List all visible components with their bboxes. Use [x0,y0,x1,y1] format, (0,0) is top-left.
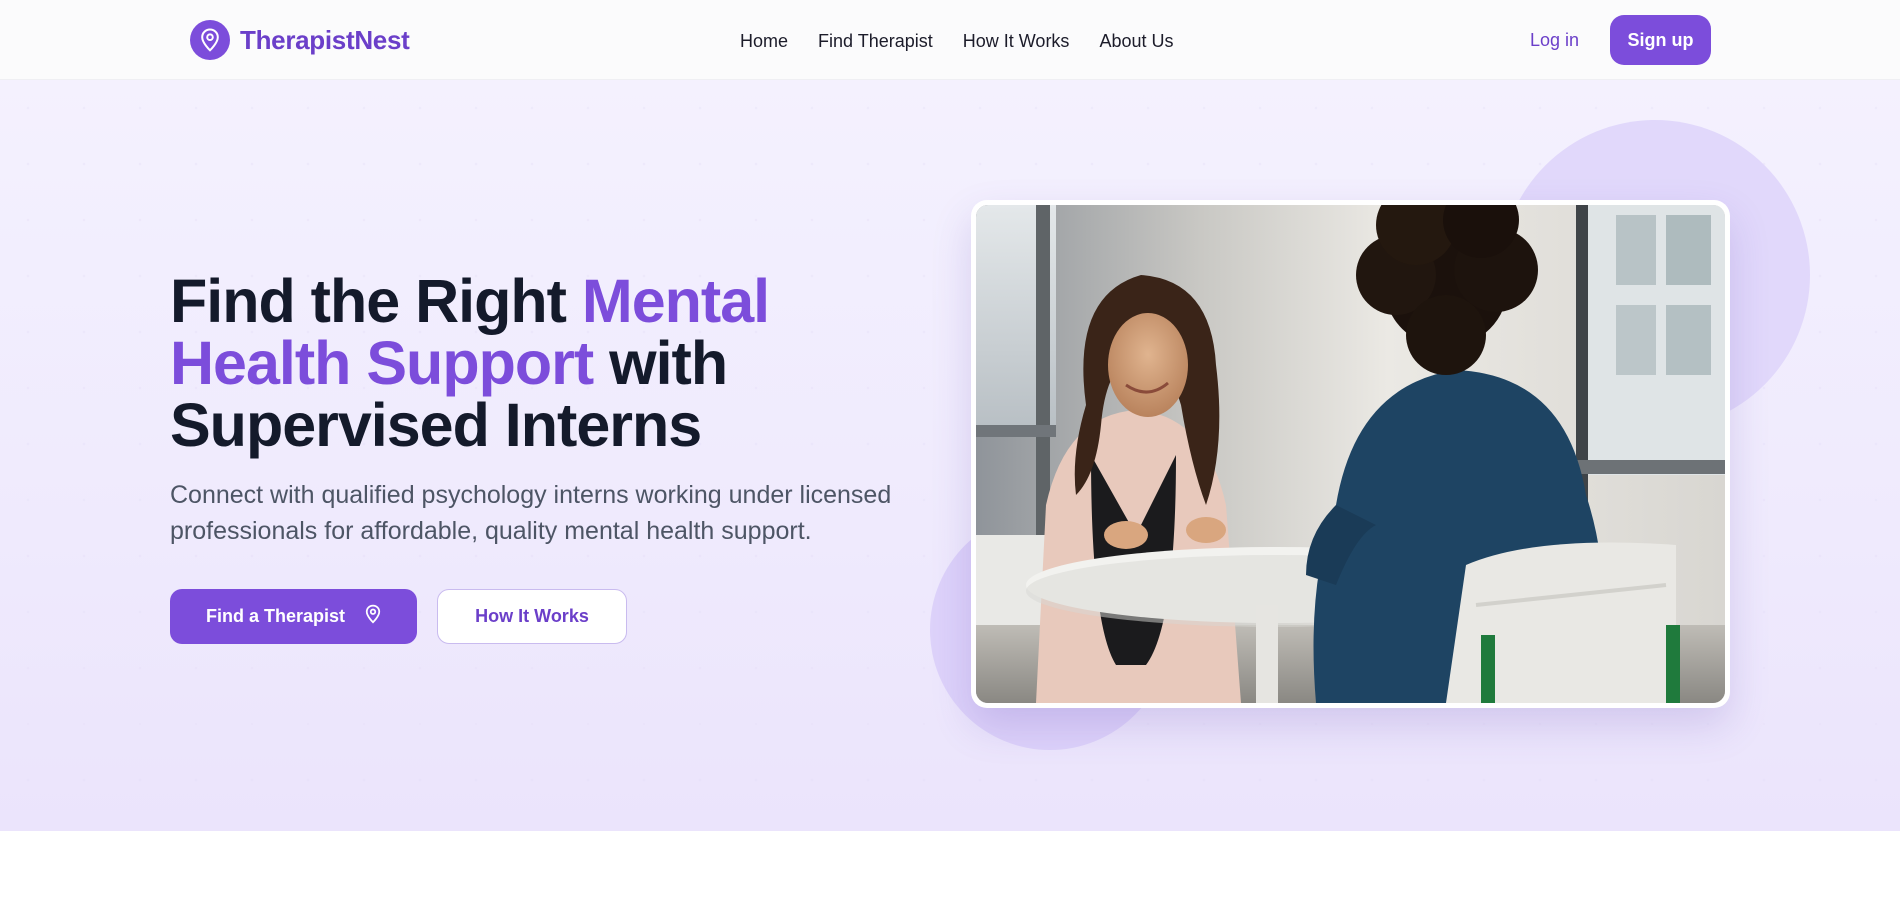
nav-link-about-us[interactable]: About Us [1099,31,1173,52]
hero-section: Find the Right Mental Health Support wit… [0,80,1900,831]
find-therapist-button-label: Find a Therapist [205,606,346,626]
how-it-works-button[interactable]: How It Works [437,589,627,644]
hero-heading: Find the Right Mental Health Support wit… [170,270,950,456]
next-section [0,831,1900,908]
signup-button[interactable]: Sign up [1610,15,1711,65]
hero-image-frame [971,200,1730,708]
login-link[interactable]: Log in [1530,30,1579,51]
therapy-session-photo [976,205,1725,703]
brand-logo-link[interactable]: TherapistNest [190,20,410,60]
find-therapist-button[interactable]: Find a Therapist [170,589,417,644]
hero-heading-part1: Find the Right [170,267,582,335]
hero-subtitle: Connect with qualified psychology intern… [170,481,892,545]
nav-link-how-it-works[interactable]: How It Works [963,31,1070,52]
nav-link-home[interactable]: Home [740,31,788,52]
top-navbar: TherapistNest Home Find Therapist How It… [0,0,1900,80]
brand-name: TherapistNest [240,24,410,55]
nav-link-find-therapist[interactable]: Find Therapist [818,31,933,52]
map-pin-icon [190,20,230,60]
main-nav: Home Find Therapist How It Works About U… [740,24,1173,58]
map-pin-icon [365,604,381,629]
